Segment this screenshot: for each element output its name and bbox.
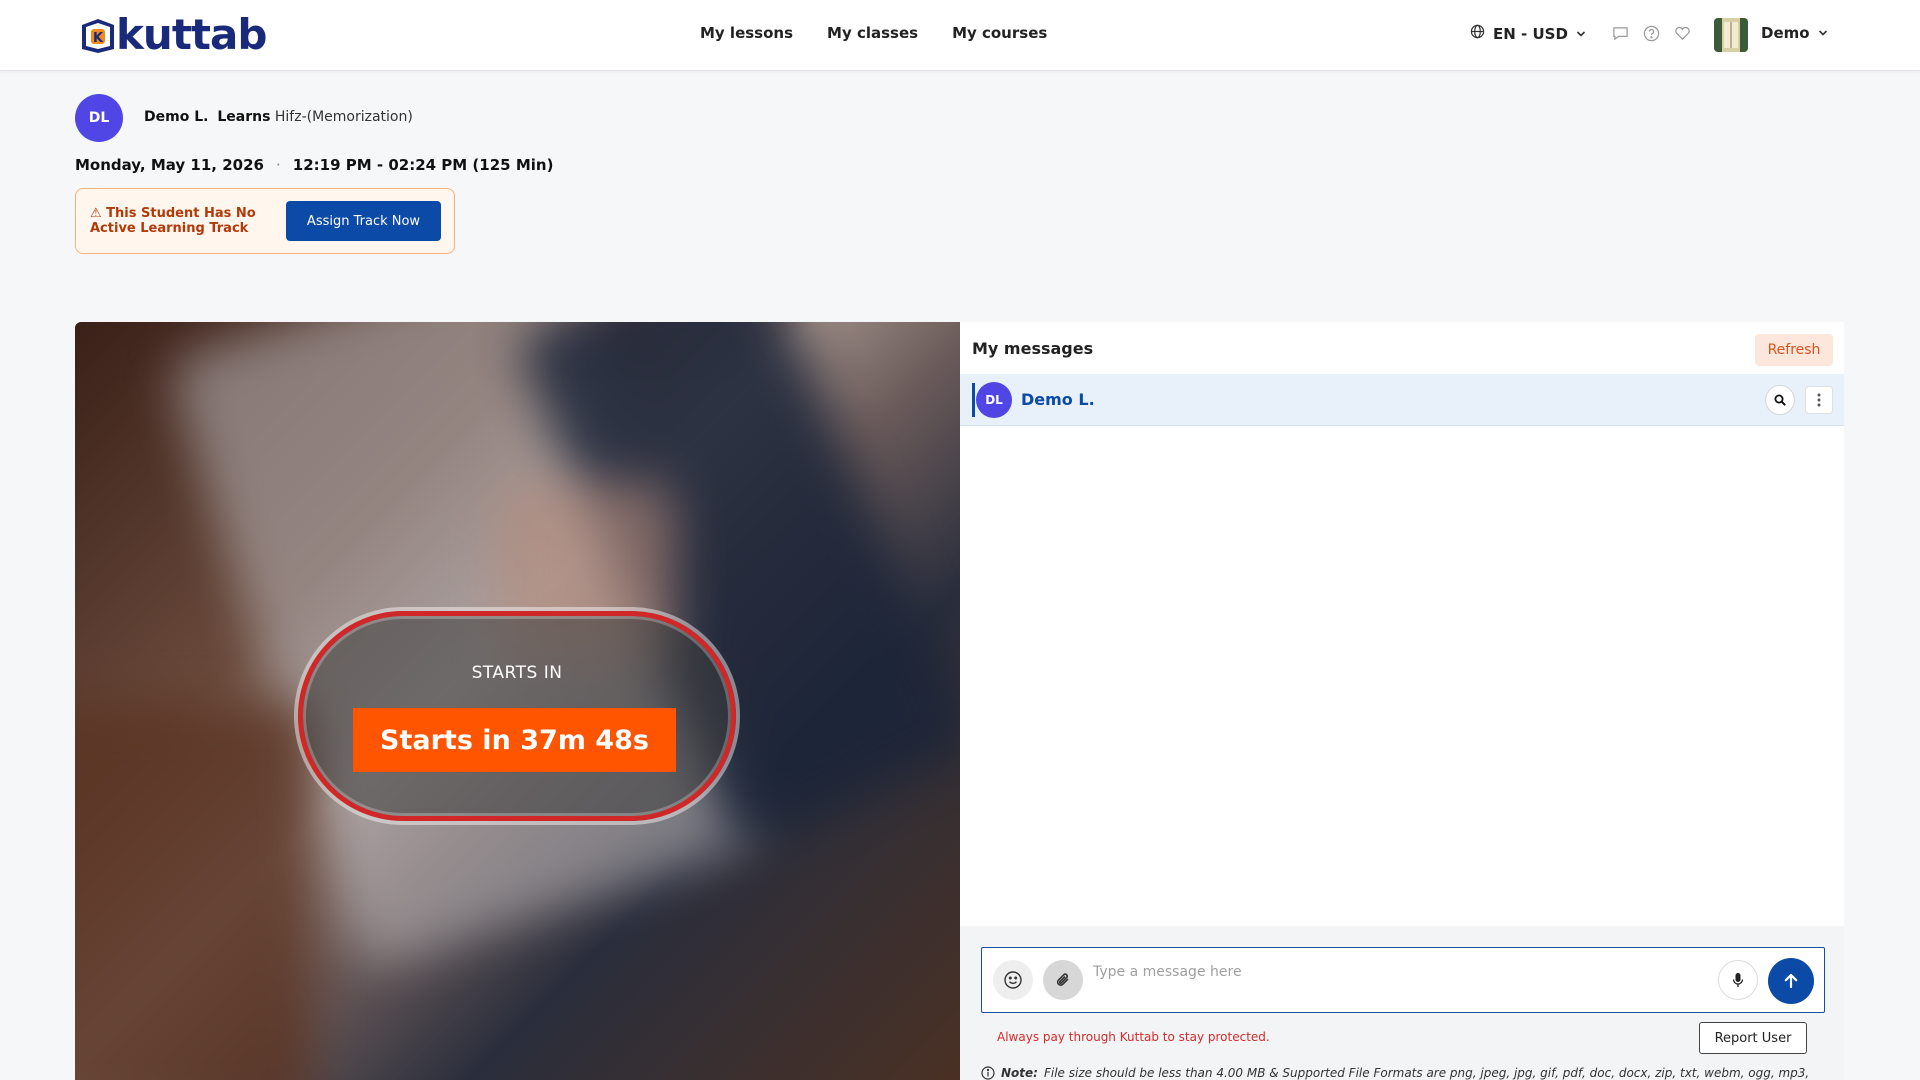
paperclip-icon[interactable] xyxy=(1043,960,1083,1000)
messages-title: My messages xyxy=(972,339,1094,358)
help-icon[interactable] xyxy=(1643,25,1660,42)
no-track-warning: ⚠ This Student Has No Active Learning Tr… xyxy=(75,188,455,254)
file-note: Note: File size should be less than 4.00… xyxy=(981,1066,1841,1080)
lesson-datetime: Monday, May 11, 2026 · 12:19 PM - 02:24 … xyxy=(75,156,553,174)
heart-icon[interactable] xyxy=(1674,25,1691,42)
globe-icon xyxy=(1470,24,1485,43)
svg-text:K: K xyxy=(93,31,104,46)
note-label: Note: xyxy=(1001,1066,1038,1080)
nav-my-lessons[interactable]: My lessons xyxy=(700,24,793,42)
user-name-label: Demo xyxy=(1761,24,1810,42)
kebab-icon[interactable] xyxy=(1805,386,1833,414)
lesson-video-area: STARTS IN Starts in 37m 48s xyxy=(75,322,960,1080)
language-currency-selector[interactable]: EN - USD xyxy=(1470,24,1586,43)
info-icon xyxy=(981,1066,995,1080)
countdown-container: STARTS IN Starts in 37m 48s xyxy=(298,611,736,821)
send-arrow-icon[interactable] xyxy=(1768,958,1814,1004)
active-indicator xyxy=(972,383,975,417)
refresh-button[interactable]: Refresh xyxy=(1755,334,1833,366)
contact-avatar: DL xyxy=(976,382,1012,418)
logo-text: kuttab xyxy=(116,10,267,59)
student-subject: Hifz-(Memorization) xyxy=(274,109,413,125)
top-header: K kuttab My lessons My classes My course… xyxy=(0,0,1920,71)
assign-track-button[interactable]: Assign Track Now xyxy=(286,201,441,241)
main-nav: My lessons My classes My courses xyxy=(700,24,1047,42)
separator-dot: · xyxy=(275,156,281,174)
emoji-icon[interactable] xyxy=(993,960,1033,1000)
book-logo-icon: K xyxy=(78,15,118,55)
starts-in-label: STARTS IN xyxy=(471,663,563,683)
language-label: EN - USD xyxy=(1493,24,1568,43)
messages-panel: My messages Refresh DL Demo L. Type a me… xyxy=(960,322,1844,1080)
composer-area: Always pay through Kuttab to stay protec… xyxy=(960,926,1844,1080)
chevron-down-icon xyxy=(1576,25,1586,43)
learns-label: Learns xyxy=(217,109,271,125)
header-icons xyxy=(1612,25,1691,42)
student-name: Demo L. xyxy=(144,109,209,125)
lesson-time: 12:19 PM - 02:24 PM (125 Min) xyxy=(292,156,554,174)
lesson-date: Monday, May 11, 2026 xyxy=(75,156,264,174)
countdown-timer: Starts in 37m 48s xyxy=(353,708,676,772)
message-input[interactable] xyxy=(1093,960,1693,984)
chevron-down-icon xyxy=(1818,24,1828,42)
conversation-header[interactable]: DL Demo L. xyxy=(960,374,1844,426)
message-composer xyxy=(981,947,1825,1013)
warning-text: ⚠ This Student Has No Active Learning Tr… xyxy=(90,206,256,236)
blurred-wood-shape xyxy=(75,702,315,1080)
report-user-button[interactable]: Report User xyxy=(1699,1022,1807,1054)
kuttab-logo[interactable]: K kuttab xyxy=(78,10,267,59)
user-menu[interactable]: Demo xyxy=(1761,24,1828,42)
mic-icon[interactable] xyxy=(1718,960,1758,1000)
student-avatar: DL xyxy=(75,94,123,142)
student-info: Demo L. Learns Hifz-(Memorization) xyxy=(144,109,413,125)
user-avatar[interactable] xyxy=(1714,18,1748,52)
chat-icon[interactable] xyxy=(1612,25,1629,42)
search-user-icon[interactable] xyxy=(1765,385,1795,415)
payment-warning: Always pay through Kuttab to stay protec… xyxy=(997,1030,1270,1044)
contact-name[interactable]: Demo L. xyxy=(1021,390,1095,409)
nav-my-courses[interactable]: My courses xyxy=(952,24,1047,42)
note-text: File size should be less than 4.00 MB & … xyxy=(1043,1066,1810,1080)
nav-my-classes[interactable]: My classes xyxy=(827,24,918,42)
